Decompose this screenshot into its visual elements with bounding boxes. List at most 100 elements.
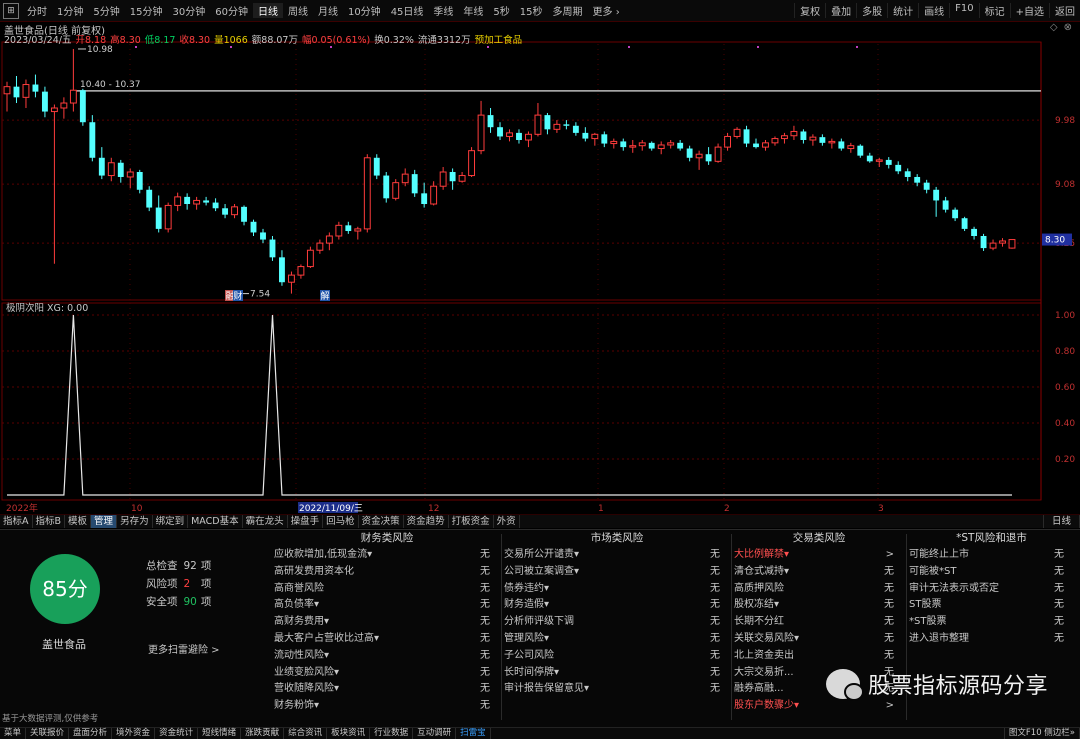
- candle-body: [107, 162, 115, 177]
- indicator-tab[interactable]: 操盘手: [288, 515, 324, 528]
- risk-item[interactable]: 高负债率▾ 无: [274, 597, 500, 614]
- risk-item[interactable]: 财务粉饰▾ 无: [274, 698, 500, 715]
- candle-body: [193, 199, 201, 205]
- risk-item-status: 无: [710, 599, 720, 611]
- risk-item[interactable]: 分析师评级下调 无: [504, 614, 730, 631]
- disclaimer: 基于大数据评测,仅供参考: [2, 714, 99, 724]
- risk-item[interactable]: 高财务费用▾ 无: [274, 614, 500, 631]
- sidebar-toggle[interactable]: 图文F10 侧边栏»: [1003, 728, 1080, 739]
- candle-body: [980, 236, 987, 249]
- risk-item[interactable]: 高研发费用资本化 无: [274, 564, 500, 581]
- risk-item[interactable]: 管理风险▾ 无: [504, 631, 730, 648]
- period-indicator[interactable]: 日线: [1042, 515, 1080, 528]
- candle-body: [695, 153, 703, 159]
- statusbar-item[interactable]: 境外资金: [112, 728, 156, 739]
- risk-item[interactable]: 清仓式减持▾ 无: [734, 564, 904, 581]
- risk-item[interactable]: 可能终止上市 无: [909, 547, 1074, 564]
- statusbar-item[interactable]: 行业数据: [370, 728, 414, 739]
- indicator-tab[interactable]: 打板资金: [449, 515, 494, 528]
- risk-item[interactable]: *ST股票 无: [909, 614, 1074, 631]
- indicator-tab[interactable]: 模板: [65, 515, 92, 528]
- risk-item[interactable]: 股东户数骤少▾ >: [734, 698, 904, 715]
- statusbar-item[interactable]: 涨跌贡献: [241, 728, 285, 739]
- risk-item[interactable]: 高质押风险 无: [734, 581, 904, 598]
- statusbar-item[interactable]: 关联报价: [26, 728, 70, 739]
- indicator-tab[interactable]: 管理: [91, 515, 118, 528]
- risk-item[interactable]: 关联交易风险▾ 无: [734, 631, 904, 648]
- low-annotation: 7.54: [250, 290, 270, 300]
- risk-column-title: *ST风险和退市: [956, 532, 1027, 544]
- risk-item[interactable]: 流动性风险▾ 无: [274, 648, 500, 665]
- statusbar-item[interactable]: 短线情绪: [198, 728, 242, 739]
- candle-body: [146, 189, 153, 208]
- candle-body: [743, 129, 750, 144]
- statusbar-item[interactable]: 板块资讯: [327, 728, 371, 739]
- risk-item[interactable]: 审计无法表示或否定 无: [909, 581, 1074, 598]
- risk-item-status: 无: [480, 683, 490, 695]
- risk-item[interactable]: 高商誉风险 无: [274, 581, 500, 598]
- candle-body: [620, 141, 627, 148]
- risk-item[interactable]: 财务造假▾ 无: [504, 597, 730, 614]
- candle-body: [439, 171, 447, 187]
- risk-item[interactable]: 审计报告保留意见▾ 无: [504, 681, 730, 698]
- close-icon[interactable]: ⊗: [1064, 22, 1072, 33]
- candle-body: [212, 202, 219, 209]
- risk-item-status: 无: [1054, 632, 1064, 644]
- x-tick-label: 10: [131, 504, 143, 514]
- risk-item[interactable]: 长时间停牌▾ 无: [504, 665, 730, 682]
- more-scan-link[interactable]: 更多扫雷避险 >: [148, 641, 220, 656]
- event-dot: [230, 46, 232, 48]
- candle-body: [3, 86, 11, 95]
- risk-item-status: 无: [884, 565, 894, 577]
- statusbar-item[interactable]: 扫雷宝: [456, 728, 491, 739]
- risk-item-label: 可能被*ST: [909, 565, 957, 577]
- risk-item-status: 无: [884, 649, 894, 661]
- risk-item[interactable]: 子公司风险 无: [504, 648, 730, 665]
- candle-body: [610, 140, 618, 145]
- statusbar-item[interactable]: 互动调研: [413, 728, 457, 739]
- indicator-tab[interactable]: 霸在龙头: [243, 515, 288, 528]
- candle-body: [686, 148, 693, 158]
- risk-item[interactable]: 大比例解禁▾ >: [734, 547, 904, 564]
- risk-item[interactable]: 债券违约▾ 无: [504, 581, 730, 598]
- risk-item[interactable]: 长期不分红 无: [734, 614, 904, 631]
- statusbar-item[interactable]: 菜单: [0, 728, 27, 739]
- indicator-tab[interactable]: 指标B: [33, 515, 66, 528]
- statusbar-item[interactable]: 资金统计: [155, 728, 199, 739]
- risk-item[interactable]: 北上资金卖出 无: [734, 648, 904, 665]
- indicator-tab[interactable]: 指标A: [0, 515, 33, 528]
- candle-body: [269, 239, 276, 258]
- risk-item-label: 债券违约▾: [504, 582, 550, 594]
- candle-body: [22, 84, 30, 98]
- risk-item[interactable]: 业绩变脸风险▾ 无: [274, 665, 500, 682]
- candle-body: [999, 240, 1006, 244]
- stat-row: 安全项 90 项: [146, 594, 211, 609]
- risk-item-label: 高研发费用资本化: [274, 565, 354, 577]
- diamond-icon[interactable]: ◇: [1050, 22, 1058, 33]
- candle-body: [363, 157, 371, 230]
- risk-item-label: 高财务费用▾: [274, 616, 330, 628]
- quote-field: 收8.30: [179, 35, 211, 46]
- risk-item[interactable]: 进入退市整理 无: [909, 631, 1074, 648]
- risk-item-label: 股权冻结▾: [734, 599, 780, 611]
- price-tag: 8.30: [1045, 236, 1065, 246]
- indicator-tab[interactable]: 资金决策: [359, 515, 404, 528]
- risk-item[interactable]: 交易所公开谴责▾ 无: [504, 547, 730, 564]
- indicator-tab[interactable]: 绑定到: [153, 515, 189, 528]
- statusbar-item[interactable]: 综合资讯: [284, 728, 328, 739]
- indicator-tab[interactable]: 外资: [494, 515, 520, 528]
- risk-item[interactable]: 最大客户占营收比过高▾ 无: [274, 631, 500, 648]
- risk-item[interactable]: 公司被立案调查▾ 无: [504, 564, 730, 581]
- indicator-tab[interactable]: 回马枪: [323, 515, 359, 528]
- indicator-tab[interactable]: 另存为: [117, 515, 153, 528]
- risk-item[interactable]: ST股票 无: [909, 597, 1074, 614]
- high-annotation: 10.98: [87, 45, 113, 55]
- statusbar-item[interactable]: 盘面分析: [69, 728, 113, 739]
- risk-item[interactable]: 可能被*ST 无: [909, 564, 1074, 581]
- risk-item[interactable]: 应收款增加,低现金流▾ 无: [274, 547, 500, 564]
- risk-item[interactable]: 股权冻结▾ 无: [734, 597, 904, 614]
- indicator-tab[interactable]: 资金趋势: [404, 515, 449, 528]
- risk-item[interactable]: 营收随降风险▾ 无: [274, 681, 500, 698]
- indicator-tab[interactable]: MACD基本: [188, 515, 243, 528]
- candle-body: [648, 142, 655, 149]
